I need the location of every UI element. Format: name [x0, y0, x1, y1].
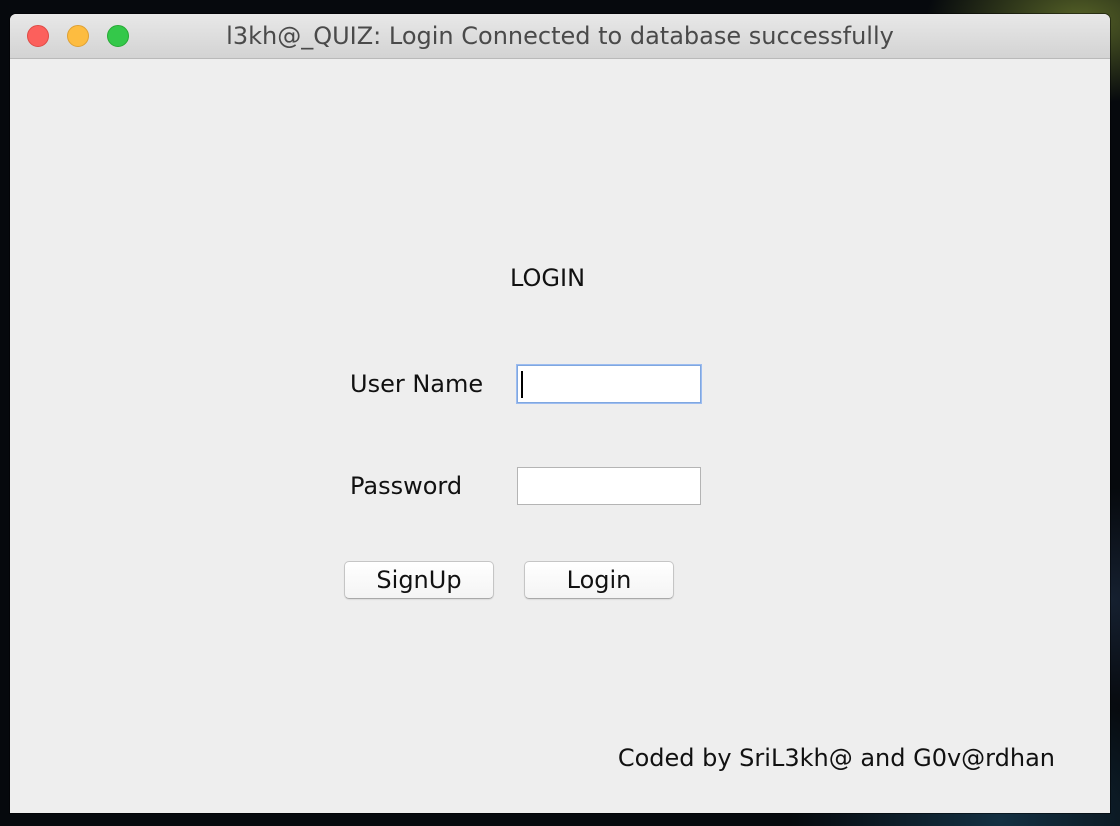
signup-button[interactable]: SignUp	[344, 561, 494, 599]
footer-credit: Coded by SriL3kh@ and G0v@rdhan	[617, 744, 1055, 772]
window-title: l3kh@_QUIZ: Login Connected to database …	[226, 22, 894, 50]
login-window: l3kh@_QUIZ: Login Connected to database …	[10, 14, 1110, 813]
text-caret	[521, 371, 523, 398]
password-field[interactable]	[517, 467, 701, 505]
username-label: User Name	[350, 370, 484, 398]
login-button[interactable]: Login	[524, 561, 674, 599]
login-panel: LOGIN User Name Password SignUp Login Co…	[10, 59, 1110, 813]
username-field[interactable]	[517, 365, 701, 403]
login-heading: LOGIN	[510, 264, 586, 292]
window-titlebar[interactable]: l3kh@_QUIZ: Login Connected to database …	[10, 14, 1110, 59]
password-label: Password	[350, 472, 463, 500]
